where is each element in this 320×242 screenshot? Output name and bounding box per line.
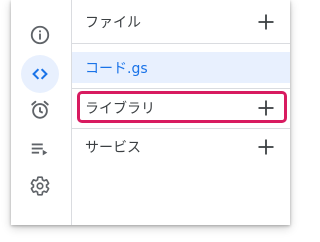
file-item-name: コード.gs xyxy=(85,60,148,77)
sidebar-item-settings[interactable] xyxy=(21,167,59,205)
code-icon xyxy=(32,68,48,80)
sidebar-item-triggers[interactable] xyxy=(21,91,59,129)
files-panel: ファイル コード.gs ライブラリ サービス xyxy=(72,0,290,225)
files-header-label: ファイル xyxy=(85,14,141,31)
editor-window: ファイル コード.gs ライブラリ サービス xyxy=(11,0,290,225)
services-header: サービス xyxy=(72,129,290,164)
alarm-clock-icon xyxy=(31,100,49,119)
sidebar-item-executions[interactable] xyxy=(21,130,59,168)
divider xyxy=(72,43,290,44)
libraries-header: ライブラリ xyxy=(72,91,290,125)
files-header: ファイル xyxy=(72,0,290,43)
add-library-plus-icon[interactable] xyxy=(258,100,274,116)
services-header-label: サービス xyxy=(85,139,141,156)
executions-icon xyxy=(31,143,48,156)
add-service-plus-icon[interactable] xyxy=(258,139,274,155)
gear-icon xyxy=(30,176,50,196)
add-file-plus-icon[interactable] xyxy=(258,14,274,30)
info-icon xyxy=(30,25,50,45)
file-item[interactable]: コード.gs xyxy=(72,52,290,83)
sidebar-item-info[interactable] xyxy=(21,16,59,54)
libraries-header-label: ライブラリ xyxy=(85,101,155,117)
divider xyxy=(72,88,290,89)
sidebar-item-editor[interactable] xyxy=(21,55,59,93)
sidebar xyxy=(11,0,72,225)
